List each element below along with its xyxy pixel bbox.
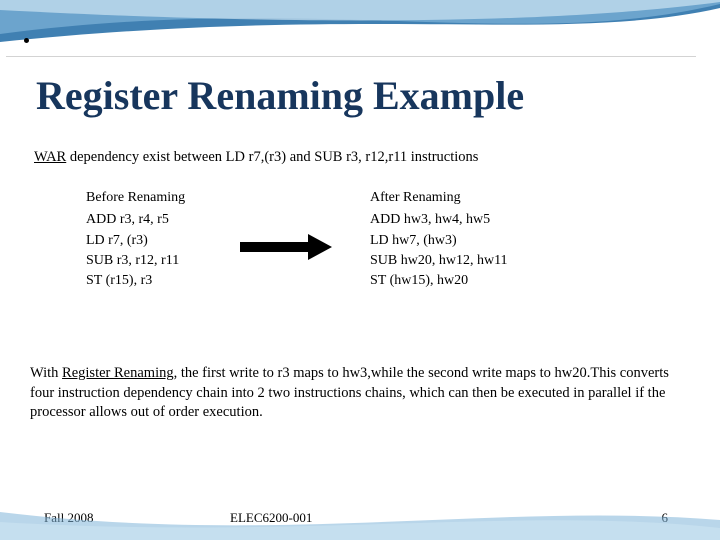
body2-pre: With bbox=[30, 365, 62, 381]
footer-course: ELEC6200-001 bbox=[230, 510, 312, 526]
before-line: ADD r3, r4, r5 bbox=[86, 210, 185, 230]
before-line: LD r7, (r3) bbox=[86, 231, 185, 251]
intro-text-rest: dependency exist between LD r7,(r3) and … bbox=[66, 149, 478, 165]
after-line: SUB hw20, hw12, hw11 bbox=[370, 251, 508, 271]
before-line: ST (r15), r3 bbox=[86, 271, 185, 291]
decorative-swoosh-top bbox=[0, 0, 720, 60]
before-line: SUB r3, r12, r11 bbox=[86, 251, 185, 271]
after-line: LD hw7, (hw3) bbox=[370, 231, 508, 251]
register-renaming-term: Register Renaming bbox=[62, 365, 174, 381]
footer-term: Fall 2008 bbox=[44, 510, 93, 526]
slide-footer: Fall 2008 ELEC6200-001 6 bbox=[0, 510, 720, 528]
footer-page-number: 6 bbox=[662, 510, 669, 526]
before-header: Before Renaming bbox=[86, 188, 185, 208]
slide-title: Register Renaming Example bbox=[36, 72, 524, 119]
arrow-icon bbox=[240, 234, 332, 260]
war-term: WAR bbox=[34, 149, 66, 165]
before-column: Before Renaming ADD r3, r4, r5 LD r7, (r… bbox=[86, 188, 185, 291]
renaming-diagram: Before Renaming ADD r3, r4, r5 LD r7, (r… bbox=[70, 184, 538, 306]
after-column: After Renaming ADD hw3, hw4, hw5 LD hw7,… bbox=[370, 188, 508, 291]
after-line: ST (hw15), hw20 bbox=[370, 271, 508, 291]
after-line: ADD hw3, hw4, hw5 bbox=[370, 210, 508, 230]
bullet-dot bbox=[24, 38, 29, 43]
title-rule bbox=[6, 56, 696, 57]
after-header: After Renaming bbox=[370, 188, 508, 208]
intro-text: WAR dependency exist between LD r7,(r3) … bbox=[34, 148, 684, 167]
explanation-text: With Register Renaming, the first write … bbox=[30, 364, 690, 423]
